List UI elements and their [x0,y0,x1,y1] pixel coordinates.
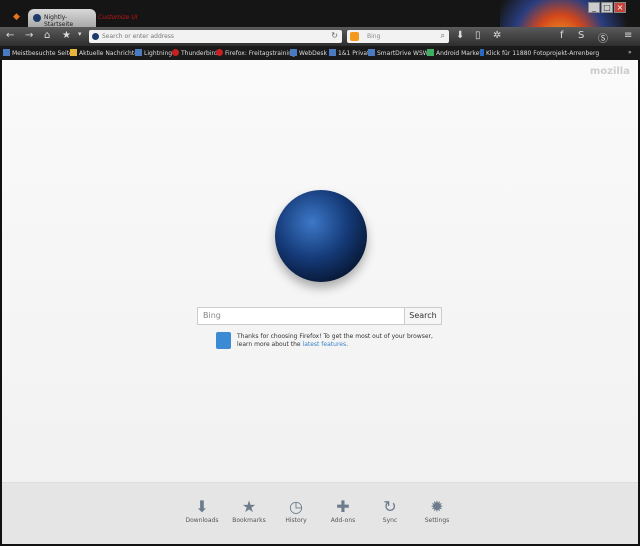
snippet-icon [216,332,231,349]
forward-button[interactable]: → [25,30,33,41]
settings-launcher[interactable]: ✹ Settings [412,497,462,524]
downloads-button[interactable]: ⬇ [456,30,464,41]
gear-icon: ✹ [430,497,444,516]
bookmarks-toolbar: Meistbesuchte Seiten Aktuelle Nachrichte… [0,46,640,60]
search-input[interactable]: Bing [197,307,405,325]
mozilla-logo: mozilla [589,66,630,77]
bookmark-item[interactable]: Android Market [427,49,482,57]
puzzle-icon: ✚ [336,497,350,516]
reload-icon[interactable]: ↻ [331,31,338,40]
snippet-end: . [346,341,349,348]
downloads-launcher[interactable]: ⬇ Downloads [177,497,227,524]
search-bar[interactable]: Bing ⌕ [347,30,449,43]
bookmark-star-button[interactable]: ★ [62,30,71,41]
sync-launcher[interactable]: ↻ Sync [365,497,415,524]
home-button[interactable]: ⌂ [44,30,50,41]
navigation-toolbar: ← → ⌂ ★ ▾ Search or enter address ↻ Bing ⌕… [0,27,640,46]
bookmarks-launcher[interactable]: ★ Bookmarks [224,497,274,524]
search-engine-icon[interactable] [350,32,359,41]
bookmark-item[interactable]: Meistbesuchte Seiten [3,49,77,57]
addon-button[interactable]: ✲ [493,30,501,41]
launcher-bar: ⬇ Downloads ★ Bookmarks ◷ History ✚ Add-ons … [2,482,638,544]
search-button[interactable]: Search [404,307,442,325]
url-bar[interactable]: Search or enter address ↻ [89,30,342,43]
maximize-button[interactable]: □ [601,2,613,13]
facebook-button[interactable]: f [560,30,564,41]
close-button[interactable]: × [614,2,626,13]
back-button[interactable]: ← [6,30,14,41]
bookmark-item[interactable]: 1&1 Privat [329,49,369,57]
url-placeholder: Search or enter address [102,33,175,40]
bookmark-item[interactable]: Firefox: Freitagstraining [216,49,296,57]
tab-favicon [33,14,41,22]
start-page: mozilla Bing Search Thanks for choosing … [2,60,638,544]
minimize-button[interactable]: _ [588,2,600,13]
download-icon: ⬇ [195,497,209,516]
firefox-nightly-globe [275,190,367,282]
search-magnifier-icon[interactable]: ⌕ [441,31,445,41]
title-bar: ◆ Nightly-Startseite Customize UI _ □ × [0,0,640,60]
snippet: Thanks for choosing Firefox! To get the … [237,333,447,349]
tab-nightly-startseite[interactable]: Nightly-Startseite [28,9,96,28]
firefox-menu-button[interactable]: ◆ [13,12,23,22]
tab-customize-ui[interactable]: Customize UI [98,14,138,21]
site-identity-icon [92,33,99,40]
page-button[interactable]: ▯ [475,30,481,41]
bookmarks-overflow-button[interactable]: » [628,49,632,56]
bookmark-item[interactable]: Lightning [135,49,172,57]
bookmark-item[interactable]: Aktuelle Nachrichten [70,49,142,57]
sync-icon: ↻ [383,497,397,516]
menu-icon[interactable]: ≡ [624,30,632,41]
bookmark-item[interactable]: Thunderbird [172,49,218,57]
search-placeholder: Bing [367,33,381,40]
bookmark-item[interactable]: WebDesk [290,49,327,57]
clock-icon: ◷ [289,497,303,516]
history-launcher[interactable]: ◷ History [271,497,321,524]
star-icon: ★ [241,497,257,516]
latest-features-link[interactable]: latest features [303,341,347,348]
s-addon-button[interactable]: Ⓢ [598,30,608,45]
tab-label: Nightly-Startseite [44,14,74,28]
bookmark-menu-dropdown[interactable]: ▾ [78,30,82,38]
addons-launcher[interactable]: ✚ Add-ons [318,497,368,524]
bookmark-item[interactable]: SmartDrive WSW [368,49,429,57]
skype-button[interactable]: S [578,30,584,41]
bookmark-item[interactable]: Klick für 11880 Fotoprojekt-Arrenberg [480,49,599,57]
